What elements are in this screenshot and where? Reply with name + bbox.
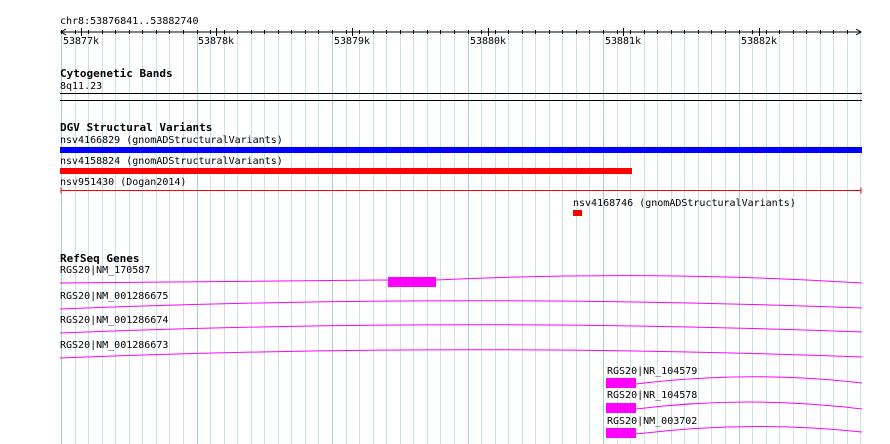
gene-intron-line [59,300,863,310]
genome-browser-view: chr8:53876841..53882740 53877k 53878k 53… [0,0,890,444]
gene-intron-line [635,425,863,435]
gene-intron-line [59,324,863,334]
gene-intron-line [635,376,863,385]
gene-intron-line [59,349,863,359]
gene-exon [388,277,436,287]
refseq-gene-models[interactable] [0,0,890,444]
gene-exon [606,428,636,438]
gene-exon [606,378,636,388]
gene-exon [606,403,636,413]
gene-intron-line [59,275,863,284]
gene-intron-line [635,401,863,410]
